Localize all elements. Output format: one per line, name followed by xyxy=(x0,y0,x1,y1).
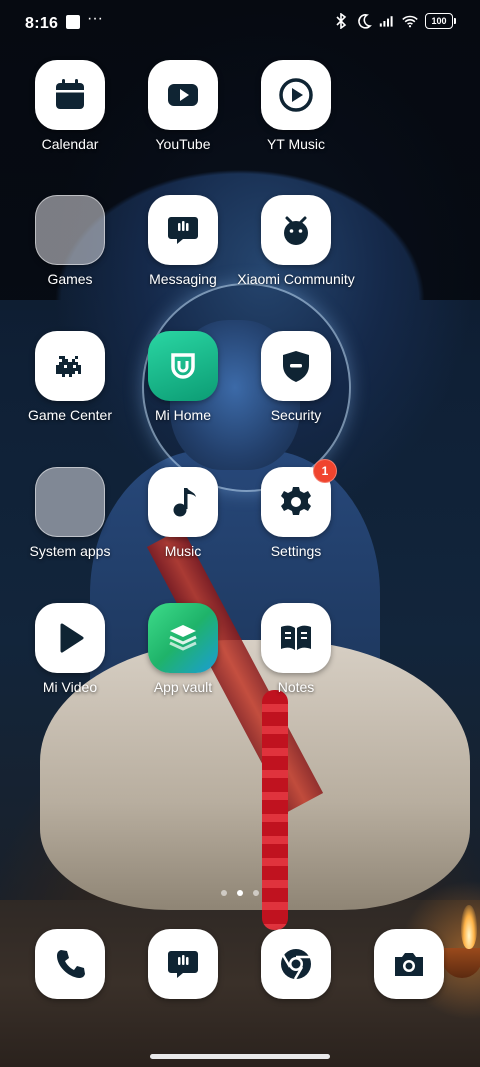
app-calendar[interactable]: Calendar xyxy=(5,60,135,153)
app-games-folder[interactable]: Games xyxy=(5,195,135,288)
app-label: Notes xyxy=(277,679,315,695)
bluetooth-icon xyxy=(336,13,347,29)
page-indicator[interactable] xyxy=(0,890,480,896)
app-youtube[interactable]: YouTube xyxy=(118,60,248,153)
app-yt-music[interactable]: YT Music xyxy=(231,60,361,153)
status-bar[interactable]: 8:16 ··· 100 xyxy=(0,0,480,46)
phone-icon xyxy=(57,950,85,978)
signal-icon xyxy=(379,16,393,27)
app-label: Mi Video xyxy=(42,679,98,695)
calendar-icon xyxy=(56,79,84,109)
app-mi-video[interactable]: Mi Video xyxy=(5,603,135,696)
chat-bubble-icon xyxy=(168,217,198,244)
wifi-icon xyxy=(402,15,418,28)
dock-phone[interactable] xyxy=(5,929,135,999)
notification-icon xyxy=(66,15,80,29)
app-label: Music xyxy=(164,543,202,559)
app-notes[interactable]: Notes xyxy=(231,603,361,696)
app-label: YT Music xyxy=(266,136,326,152)
more-notifications-icon: ··· xyxy=(87,10,103,27)
space-invader-icon xyxy=(56,356,81,377)
app-label: Games xyxy=(47,271,93,287)
yt-music-icon xyxy=(279,78,313,112)
chat-bubble-icon xyxy=(168,951,198,978)
dock-camera[interactable] xyxy=(344,929,474,999)
dock-messaging[interactable] xyxy=(118,929,248,999)
gear-icon xyxy=(281,487,311,515)
app-app-vault[interactable]: App vault xyxy=(118,603,248,696)
chrome-icon xyxy=(281,949,311,980)
app-system-apps-folder[interactable]: System apps xyxy=(5,467,135,560)
app-label: Settings xyxy=(270,543,322,559)
app-label: System apps xyxy=(29,543,111,559)
app-label: App vault xyxy=(153,679,213,695)
app-game-center[interactable]: Game Center xyxy=(5,331,135,424)
app-settings[interactable]: 1 Settings xyxy=(231,459,361,560)
app-label: Game Center xyxy=(27,407,113,423)
app-messaging[interactable]: Messaging xyxy=(118,195,248,288)
app-label: YouTube xyxy=(155,136,211,152)
gesture-home-bar[interactable] xyxy=(150,1054,330,1059)
music-note-icon xyxy=(173,488,196,517)
app-security[interactable]: Security xyxy=(231,331,361,424)
play-icon xyxy=(60,623,84,653)
app-label: Calendar xyxy=(41,136,99,152)
app-label: Security xyxy=(270,407,322,423)
notification-badge: 1 xyxy=(313,459,337,483)
dock-chrome[interactable] xyxy=(231,929,361,999)
status-icons: 100 xyxy=(333,13,456,29)
app-label: Xiaomi Community xyxy=(237,271,355,287)
shield-icon xyxy=(283,351,309,382)
app-mi-home[interactable]: Mi Home xyxy=(118,331,248,424)
page-dot-active[interactable] xyxy=(237,890,243,896)
book-icon xyxy=(281,625,311,650)
page-dot[interactable] xyxy=(253,890,259,896)
app-label: Mi Home xyxy=(154,407,211,423)
camera-icon xyxy=(395,953,423,976)
battery-icon: 100 xyxy=(425,13,456,29)
app-music[interactable]: Music xyxy=(118,467,248,560)
dnd-moon-icon xyxy=(358,14,372,29)
layers-icon xyxy=(169,625,197,651)
battery-level: 100 xyxy=(431,16,447,26)
app-xiaomi-community[interactable]: Xiaomi Community xyxy=(231,195,361,288)
folder-icon xyxy=(35,195,105,265)
app-label: Messaging xyxy=(149,271,217,287)
mi-home-icon xyxy=(171,353,195,379)
status-time: 8:16 xyxy=(25,15,59,32)
youtube-icon xyxy=(168,84,198,106)
bunny-icon xyxy=(284,216,308,245)
folder-icon xyxy=(35,467,105,537)
page-dot[interactable] xyxy=(221,890,227,896)
